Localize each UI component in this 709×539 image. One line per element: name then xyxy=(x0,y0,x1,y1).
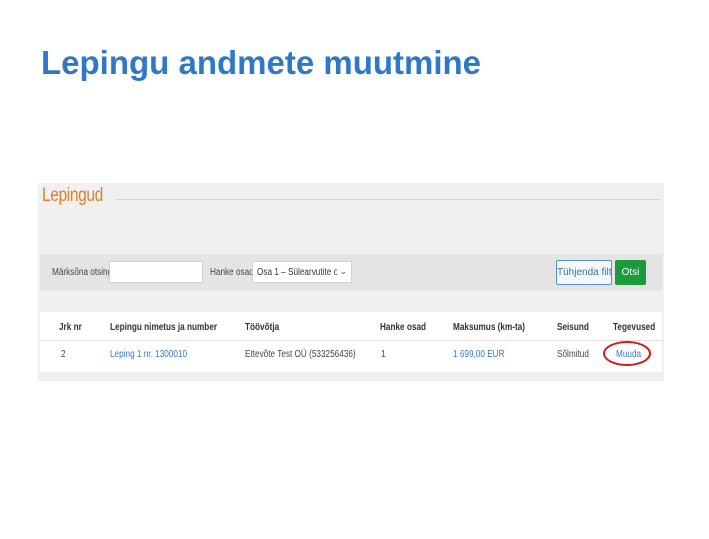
table-row: 2 Leping 1 nr. 1300010 Ettevõte Test OÜ … xyxy=(40,340,662,371)
filter-bar: Märksõna otsing: Hanke osad: Osa 1 – Sül… xyxy=(40,254,662,291)
cell-parts: 1 xyxy=(381,349,386,360)
contracts-table: Jrk nr Lepingu nimetus ja number Töövõtj… xyxy=(40,312,662,372)
search-button[interactable]: Otsi xyxy=(615,260,646,285)
header-status: Seisund xyxy=(557,322,589,333)
header-cost: Maksumus (km-ta) xyxy=(453,322,526,333)
osad-label: Hanke osad: xyxy=(210,267,257,278)
search-input[interactable] xyxy=(109,261,203,283)
contracts-screenshot: Lepingud Märksõna otsing: Hanke osad: Os… xyxy=(38,183,664,381)
slide-title: Lepingu andmete muutmine xyxy=(41,44,482,81)
cell-cost: 1 699,00 EUR xyxy=(453,349,505,360)
clear-filter-button[interactable]: Tühjenda filter xyxy=(556,260,612,285)
chevron-down-icon: ⌄ xyxy=(337,266,347,277)
header-contractor: Töövõtja xyxy=(245,322,280,333)
section-divider xyxy=(116,199,660,200)
header-name: Lepingu nimetus ja number xyxy=(110,322,218,333)
header-parts: Hanke osad xyxy=(380,322,427,333)
contract-link[interactable]: Leping 1 nr. 1300010 xyxy=(110,349,187,360)
cell-contractor: Ettevõte Test OÜ (533256436) xyxy=(245,349,356,360)
search-label: Märksõna otsing: xyxy=(52,267,115,278)
section-title: Lepingud xyxy=(42,185,103,206)
osad-select-value: Osa 1 – Sülearvutite ost xyxy=(257,267,345,278)
header-jrk: Jrk nr xyxy=(59,322,82,333)
cell-jrk: 2 xyxy=(61,349,66,360)
highlight-ring xyxy=(603,341,651,366)
osad-select[interactable]: Osa 1 – Sülearvutite ost ⌄ xyxy=(252,261,352,283)
header-actions: Tegevused xyxy=(613,322,656,333)
cell-status: Sõlmitud xyxy=(557,349,589,360)
